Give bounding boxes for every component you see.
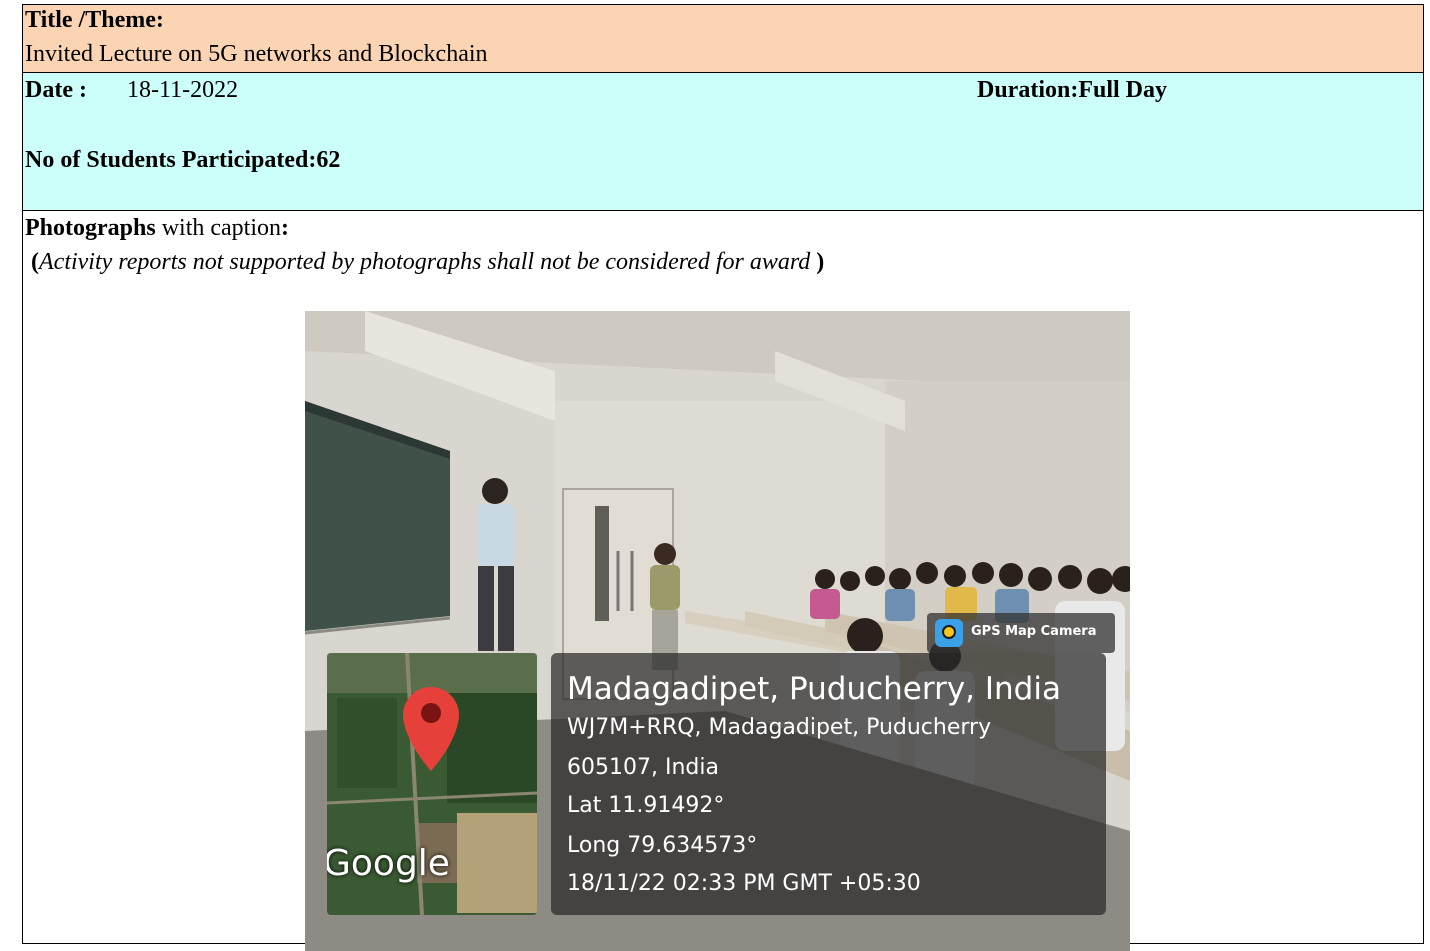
event-photograph: GPS Map Camera Google Madagadipet, Puduc — [305, 311, 1130, 951]
google-logo: Google — [327, 843, 450, 884]
gps-info-overlay: Madagadipet, Puducherry, India WJ7M+RRQ,… — [551, 653, 1106, 915]
students-participated: No of Students Participated:62 — [25, 147, 341, 173]
photographs-note: (Activity reports not supported by photo… — [31, 249, 824, 276]
info-row: Date : 18-11-2022 Duration:Full Day No o… — [23, 73, 1423, 211]
photographs-label-colon: : — [281, 215, 289, 241]
gps-address-line2: 605107, India — [567, 755, 719, 780]
photographs-label-rest: with caption — [155, 215, 281, 241]
gps-address-line1: WJ7M+RRQ, Madagadipet, Puducherry — [567, 715, 992, 740]
photographs-label-bold: Photographs — [25, 215, 156, 241]
gps-camera-app-icon — [935, 619, 963, 647]
date-value: 18-11-2022 — [127, 77, 239, 103]
photographs-label: Photographs with caption: — [25, 215, 289, 242]
gps-longitude: Long 79.634573° — [567, 833, 758, 858]
gps-latitude: Lat 11.91492° — [567, 793, 725, 818]
date-label: Date : — [25, 77, 87, 103]
gps-timestamp: 18/11/22 02:33 PM GMT +05:30 — [567, 871, 921, 896]
map-thumbnail: Google — [327, 653, 537, 915]
gps-place: Madagadipet, Puducherry, India — [567, 671, 1061, 707]
note-open-paren: ( — [31, 249, 39, 275]
title-value: Invited Lecture on 5G networks and Block… — [25, 41, 488, 67]
duration-text: Duration:Full Day — [977, 77, 1168, 103]
gps-camera-badge: GPS Map Camera — [927, 613, 1115, 653]
activity-report-table: Title /Theme: Invited Lecture on 5G netw… — [22, 4, 1424, 951]
title-row: Title /Theme: Invited Lecture on 5G netw… — [23, 5, 1423, 73]
title-label: Title /Theme: — [25, 7, 164, 33]
gps-camera-app-name: GPS Map Camera — [971, 624, 1097, 639]
note-close-paren: ) — [810, 249, 825, 275]
note-text: Activity reports not supported by photog… — [39, 249, 811, 275]
